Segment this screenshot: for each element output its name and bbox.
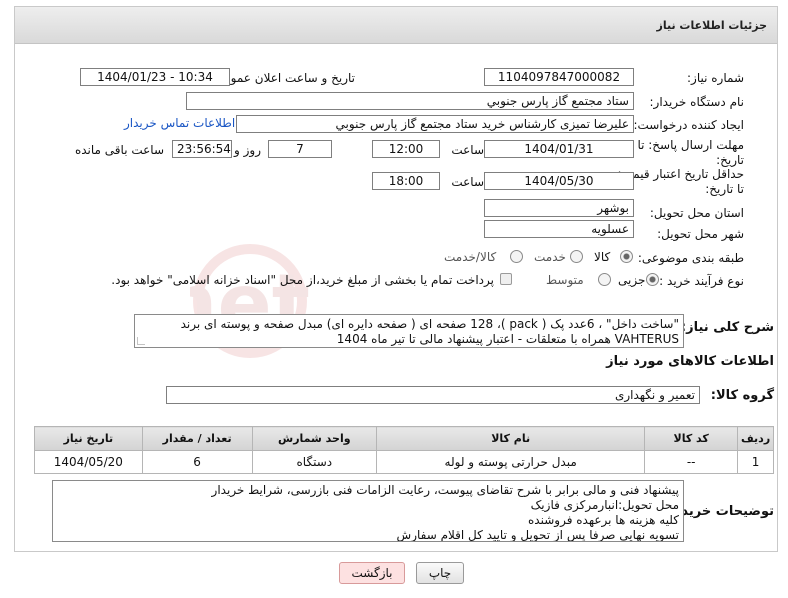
- treasury-payment-checkbox[interactable]: [500, 273, 512, 285]
- process-option-partial: جزیی: [618, 273, 646, 287]
- summary-line-1: "ساخت داخل" ، 6عدد پک ( pack )، 128 صفحه…: [180, 317, 679, 331]
- cell-qty: 6: [141, 450, 253, 474]
- col-date: تاریخ نیاز: [34, 426, 143, 451]
- items-info-title: اطلاعات کالاهای مورد نیاز: [606, 354, 774, 369]
- need-number-field: 1104097847000082: [484, 68, 634, 86]
- cell-row: 1: [737, 450, 774, 474]
- col-name: نام کالا: [376, 426, 646, 451]
- summary-label: شرح کلی نیاز:: [680, 320, 774, 335]
- cell-date: 1404/05/20: [34, 450, 143, 474]
- category-radio-goods[interactable]: [620, 250, 633, 263]
- buyer-org-field: ستاد مجتمع گاز پارس جنوبي: [186, 92, 634, 110]
- deadline-date-field: 1404/01/31: [484, 140, 634, 158]
- need-number-label: شماره نیاز:: [687, 71, 744, 85]
- process-radio-medium[interactable]: [598, 273, 611, 286]
- col-qty: تعداد / مقدار: [141, 426, 253, 451]
- buyer-notes-line-4: تسویه نهایی صرفا پس از تحویل و تایید کل …: [396, 528, 679, 542]
- col-row: ردیف: [737, 426, 774, 451]
- city-label: شهر محل تحویل:: [657, 227, 744, 241]
- category-radio-service[interactable]: [570, 250, 583, 263]
- col-unit: واحد شمارش: [251, 426, 378, 451]
- city-field: عسلویه: [484, 220, 634, 238]
- announce-label: تاریخ و ساعت اعلان عمومی:: [210, 71, 355, 85]
- cell-code: --: [644, 450, 739, 474]
- category-option-goods-service: کالا/خدمت: [444, 250, 497, 264]
- resize-grip-icon[interactable]: [137, 337, 145, 345]
- province-label: استان محل تحویل:: [649, 206, 744, 220]
- category-label: طبقه بندی موضوعی:: [637, 251, 744, 265]
- validity-date-field: 1404/05/30: [484, 172, 634, 190]
- print-button[interactable]: چاپ: [416, 562, 464, 584]
- deadline-days-field: 7: [268, 140, 332, 158]
- contact-info-link[interactable]: اطلاعات تماس خریدار: [124, 116, 235, 130]
- remaining-label: ساعت باقی مانده: [74, 143, 164, 157]
- validity-time-label: ساعت: [451, 175, 484, 189]
- validity-time-field: 18:00: [372, 172, 440, 190]
- remaining-time-field: 23:56:54: [172, 140, 232, 158]
- creator-field: علیرضا تمیزی کارشناس خرید ستاد مجتمع گاز…: [236, 115, 634, 133]
- announce-field: 1404/01/23 - 10:34: [80, 68, 230, 86]
- buyer-notes-line-1: پیشنهاد فنی و مالی برابر با شرح تقاضای پ…: [211, 483, 679, 497]
- creator-label: ایجاد کننده درخواست:: [633, 118, 744, 132]
- deadline-time-field: 12:00: [372, 140, 440, 158]
- goods-group-label: گروه کالا:: [710, 388, 774, 403]
- process-label: نوع فرآیند خرید :: [659, 274, 744, 288]
- buyer-notes-textarea[interactable]: پیشنهاد فنی و مالی برابر با شرح تقاضای پ…: [52, 480, 684, 542]
- buyer-notes-line-3: کلیه هزینه ها برعهده فروشنده: [528, 513, 679, 527]
- table-row: 1 -- مبدل حرارتی پوسته و لوله دستگاه 6 1…: [34, 450, 774, 474]
- process-option-medium: متوسط: [546, 273, 584, 287]
- category-option-service: خدمت: [534, 250, 566, 264]
- deadline-label: مهلت ارسال پاسخ: تا تاریخ:: [637, 138, 744, 167]
- treasury-payment-note: پرداخت تمام یا بخشی از مبلغ خرید،از محل …: [111, 273, 494, 287]
- cell-unit: دستگاه: [251, 450, 378, 474]
- items-table: ردیف کد کالا نام کالا واحد شمارش تعداد /…: [34, 426, 774, 474]
- process-radio-partial[interactable]: [646, 273, 659, 286]
- buyer-notes-line-2: محل تحویل:انبارمرکزی فازیک: [530, 498, 679, 512]
- buyer-org-label: نام دستگاه خریدار:: [649, 95, 745, 109]
- deadline-time-label: ساعت: [451, 143, 484, 157]
- goods-group-field: تعمیر و نگهداری: [166, 386, 700, 404]
- days-label: روز و: [234, 143, 261, 157]
- col-code: کد کالا: [644, 426, 739, 451]
- return-button[interactable]: بازگشت: [339, 562, 405, 584]
- summary-textarea[interactable]: "ساخت داخل" ، 6عدد پک ( pack )، 128 صفحه…: [134, 314, 684, 348]
- summary-line-2: VAHTERUS همراه با متعلقات - اعتبار پیشنه…: [336, 332, 679, 346]
- cell-name: مبدل حرارتی پوسته و لوله: [376, 450, 646, 474]
- category-option-goods: کالا: [594, 250, 611, 264]
- panel-title: جزئیات اطلاعات نیاز: [656, 19, 768, 32]
- category-radio-goods-service[interactable]: [510, 250, 523, 263]
- panel-header: جزئیات اطلاعات نیاز: [15, 7, 777, 44]
- province-field: بوشهر: [484, 199, 634, 217]
- table-header-row: ردیف کد کالا نام کالا واحد شمارش تعداد /…: [34, 426, 774, 451]
